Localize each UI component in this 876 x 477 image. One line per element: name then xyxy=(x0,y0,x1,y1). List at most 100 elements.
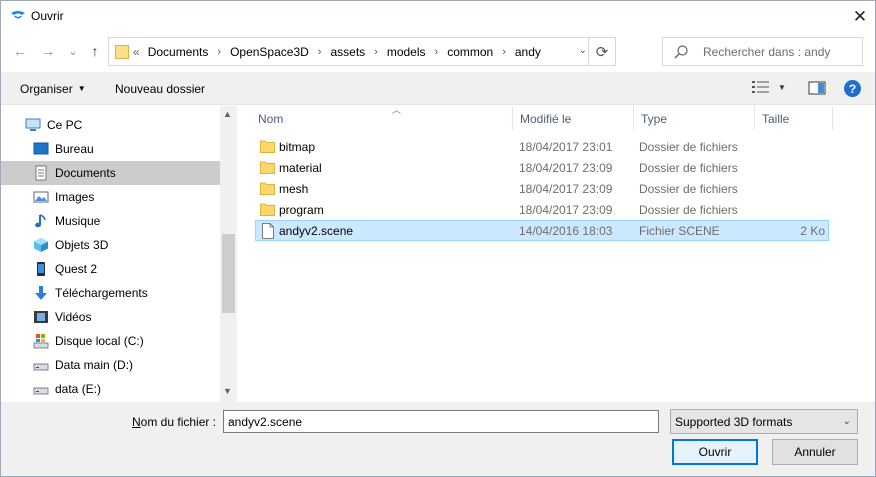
file-type-select[interactable]: Supported 3D formats ⌄ xyxy=(670,409,858,434)
filename-label: Nom du fichier : xyxy=(132,415,216,429)
sidebar-item-label: data (E:) xyxy=(55,382,102,396)
forward-button[interactable]: → xyxy=(37,40,59,62)
sidebar-item-music[interactable]: Musique xyxy=(1,209,220,233)
window-title: Ouvrir xyxy=(31,9,64,23)
column-header-type[interactable]: Type xyxy=(634,106,755,130)
cancel-button[interactable]: Annuler xyxy=(772,439,858,465)
file-type: Dossier de fichiers xyxy=(639,182,738,196)
breadcrumb-item-assets[interactable]: assets xyxy=(330,45,365,59)
file-type: Fichier SCENE xyxy=(639,224,720,238)
view-options-button[interactable]: ▼ xyxy=(752,81,786,93)
address-dropdown-icon[interactable]: ⌄ xyxy=(579,45,587,56)
sidebar-item-label: Musique xyxy=(55,214,101,228)
sidebar-item-label: Data main (D:) xyxy=(55,358,134,372)
breadcrumb-item-andy[interactable]: andy xyxy=(515,45,541,59)
file-modified: 18/04/2017 23:09 xyxy=(519,161,613,175)
sidebar-item-desktop[interactable]: Bureau xyxy=(1,137,220,161)
table-row[interactable]: program 18/04/2017 23:09 Dossier de fich… xyxy=(255,199,829,220)
breadcrumb-separator-icon[interactable]: › xyxy=(374,46,378,58)
computer-icon xyxy=(25,118,41,131)
close-button[interactable]: ✕ xyxy=(845,1,875,32)
file-size: 2 Ko xyxy=(800,224,825,238)
caret-down-icon: ▼ xyxy=(77,84,86,93)
organize-label: Organiser xyxy=(20,82,73,96)
sidebar-item-quest-2[interactable]: Quest 2 xyxy=(1,257,220,281)
preview-pane-icon[interactable] xyxy=(808,80,826,96)
sidebar-item-label: Vidéos xyxy=(55,310,92,324)
column-header-size[interactable]: Taille xyxy=(755,106,833,130)
breadcrumb-item-openspace3d[interactable]: OpenSpace3D xyxy=(230,45,309,59)
file-type: Dossier de fichiers xyxy=(639,203,738,217)
table-row[interactable]: material 18/04/2017 23:09 Dossier de fic… xyxy=(255,157,829,178)
file-type: Dossier de fichiers xyxy=(639,161,738,175)
breadcrumb-item-common[interactable]: common xyxy=(447,45,493,59)
sidebar-item-label: Disque local (C:) xyxy=(55,334,144,348)
sidebar-scrollbar[interactable]: ▲ ▼ xyxy=(220,106,237,402)
sidebar-item-label: Quest 2 xyxy=(55,262,98,276)
scrollbar-thumb[interactable] xyxy=(222,234,235,313)
pictures-icon xyxy=(33,191,49,203)
filename-label-text: om du fichier : xyxy=(140,415,217,429)
breadcrumb-separator-icon[interactable]: › xyxy=(318,46,322,58)
sidebar-item-label: Objets 3D xyxy=(55,238,109,252)
objects-3d-icon xyxy=(34,238,48,252)
folder-icon xyxy=(115,45,129,59)
file-icon xyxy=(262,223,274,239)
open-button[interactable]: Ouvrir xyxy=(672,439,758,465)
file-name: andyv2.scene xyxy=(279,224,354,238)
column-header-label: Nom xyxy=(258,112,284,126)
title-bar: Ouvrir ✕ xyxy=(1,1,875,32)
column-header-name[interactable]: Nom ︿ xyxy=(251,105,513,130)
sidebar-item-images[interactable]: Images xyxy=(1,185,220,209)
refresh-button[interactable]: ⟳ xyxy=(588,38,615,65)
file-modified: 18/04/2017 23:09 xyxy=(519,182,613,196)
command-toolbar: Organiser ▼ Nouveau dossier ▼ ? xyxy=(1,72,875,105)
sidebar-item-drive-d[interactable]: Data main (D:) xyxy=(1,353,220,377)
search-input[interactable]: Rechercher dans : andy xyxy=(662,37,863,66)
drive-c-icon xyxy=(33,334,49,349)
sidebar-item-videos[interactable]: Vidéos xyxy=(1,305,220,329)
filename-label-accesskey: N xyxy=(132,415,141,429)
scroll-down-icon[interactable]: ▼ xyxy=(223,386,232,396)
up-button[interactable]: ↑ xyxy=(84,40,106,62)
sidebar-item-label: Bureau xyxy=(55,142,94,156)
dialog-footer: Nom du fichier : andyv2.scene ⌄ Supporte… xyxy=(1,402,875,476)
folder-icon xyxy=(260,161,275,174)
breadcrumb-item-models[interactable]: models xyxy=(387,45,426,59)
sidebar-item-drive-c[interactable]: Disque local (C:) xyxy=(1,329,220,353)
app-logo-icon xyxy=(11,11,25,19)
address-bar[interactable]: « Documents › OpenSpace3D › assets › mod… xyxy=(108,37,616,66)
breadcrumb-separator-icon[interactable]: › xyxy=(217,46,221,58)
folder-icon xyxy=(260,203,275,216)
organize-menu-button[interactable]: Organiser ▼ xyxy=(20,82,86,96)
column-header-modified[interactable]: Modifié le xyxy=(513,106,634,130)
filename-field[interactable]: andyv2.scene ⌄ xyxy=(223,410,659,433)
sidebar-item-documents[interactable]: Documents xyxy=(1,161,220,185)
file-type: Dossier de fichiers xyxy=(639,140,738,154)
breadcrumb-overflow[interactable]: « xyxy=(133,45,140,59)
sidebar-item-3d-objects[interactable]: Objets 3D xyxy=(1,233,220,257)
help-button[interactable]: ? xyxy=(844,80,861,97)
sidebar-item-label: Images xyxy=(55,190,95,204)
recent-locations-button[interactable]: ⌄ xyxy=(62,40,84,62)
caret-down-icon: ▼ xyxy=(778,82,786,92)
sidebar-item-this-pc[interactable]: Ce PC xyxy=(1,113,220,137)
breadcrumb-separator-icon[interactable]: › xyxy=(502,46,506,58)
breadcrumb-item-documents[interactable]: Documents xyxy=(148,45,209,59)
back-button[interactable]: ← xyxy=(9,40,31,62)
table-row[interactable]: andyv2.scene 14/04/2016 18:03 Fichier SC… xyxy=(255,220,829,241)
file-name: mesh xyxy=(279,182,309,196)
sidebar-item-drive-e[interactable]: data (E:) xyxy=(1,377,220,401)
sidebar-item-downloads[interactable]: Téléchargements xyxy=(1,281,220,305)
new-folder-button[interactable]: Nouveau dossier xyxy=(115,82,205,96)
music-icon xyxy=(35,214,46,228)
breadcrumb-separator-icon[interactable]: › xyxy=(435,46,439,58)
folder-icon xyxy=(260,182,275,195)
chevron-down-icon[interactable]: ⌄ xyxy=(228,415,653,426)
table-row[interactable]: mesh 18/04/2017 23:09 Dossier de fichier… xyxy=(255,178,829,199)
scroll-up-icon[interactable]: ▲ xyxy=(223,109,232,119)
drive-icon xyxy=(33,387,49,395)
file-name: material xyxy=(279,161,322,175)
table-row[interactable]: bitmap 18/04/2017 23:01 Dossier de fichi… xyxy=(255,136,829,157)
open-file-dialog: Ouvrir ✕ ← → ⌄ ↑ « Documents › OpenSpace… xyxy=(0,0,876,477)
